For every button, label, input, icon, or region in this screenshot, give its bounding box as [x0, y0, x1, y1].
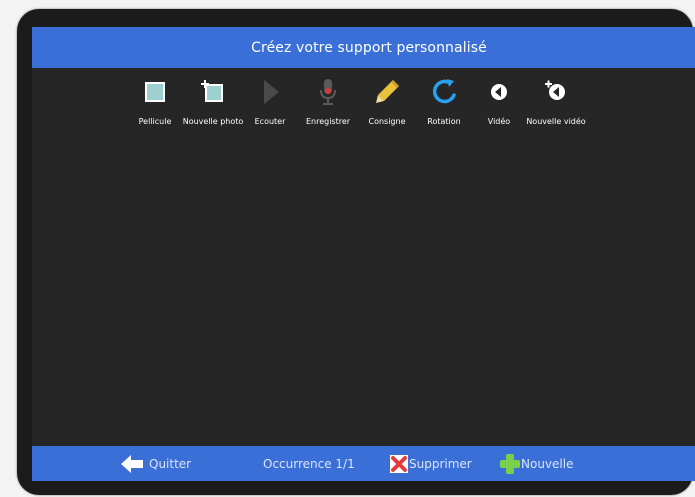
delete-button[interactable]: Supprimer: [389, 446, 472, 481]
pencil-icon: [376, 80, 399, 103]
quit-label: Quitter: [149, 456, 192, 471]
app-screen: Créez votre support personnalisé Pellicu…: [32, 27, 695, 481]
rotate-icon: [432, 79, 456, 104]
header-bar: Créez votre support personnalisé: [32, 27, 695, 68]
delete-x-icon: [390, 454, 408, 473]
page-title: Créez votre support personnalisé: [251, 39, 487, 56]
microphone-icon: [320, 79, 336, 105]
plus-icon: [500, 453, 520, 474]
video-icon: [491, 84, 507, 100]
new-video-button[interactable]: Nouvelle vidéo: [516, 77, 596, 126]
film-frame-icon: [145, 82, 165, 102]
new-button[interactable]: Nouvelle: [499, 446, 573, 481]
play-icon: [264, 80, 279, 104]
new-label: Nouvelle: [521, 456, 574, 471]
quit-button[interactable]: Quitter: [121, 446, 191, 481]
toolbar: Pellicule Nouvelle photo Ecouter Enregis…: [32, 77, 695, 137]
occurrence-indicator: Occurrence 1/1: [263, 446, 355, 481]
new-video-label: Nouvelle vidéo: [526, 117, 586, 126]
occurrence-label: Occurrence 1/1: [263, 456, 355, 471]
delete-label: Supprimer: [409, 456, 472, 471]
arrow-left-icon: [121, 454, 143, 473]
new-video-icon: [545, 80, 565, 100]
new-photo-icon: [201, 80, 223, 102]
footer-bar: Quitter Occurrence 1/1 Supprimer Nouvell…: [32, 446, 695, 481]
